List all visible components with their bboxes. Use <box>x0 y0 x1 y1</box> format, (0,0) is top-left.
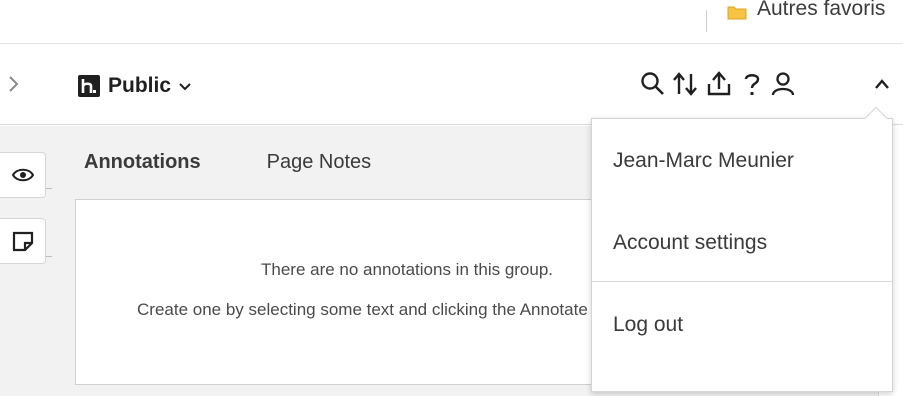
user-icon <box>771 72 795 96</box>
sidebar-top-bar: Public <box>0 45 903 125</box>
group-name: Public <box>108 74 172 97</box>
toggle-highlights-button[interactable] <box>0 152 46 198</box>
rail-tick <box>46 256 52 257</box>
empty-state-line-2: Create one by selecting some text and cl… <box>137 300 645 319</box>
chevron-up-icon <box>875 79 889 89</box>
help-icon <box>744 74 760 95</box>
sort-button[interactable] <box>670 69 700 99</box>
share-button[interactable] <box>704 69 734 99</box>
page-note-icon <box>12 231 33 252</box>
help-button[interactable] <box>737 69 767 99</box>
tab-page-notes[interactable]: Page Notes <box>267 148 372 176</box>
collapse-menu-button[interactable] <box>870 69 894 99</box>
new-page-note-button[interactable] <box>0 218 46 264</box>
hypothesis-logo-icon <box>78 75 100 97</box>
menu-item-log-out[interactable]: Log out <box>592 285 892 365</box>
user-menu: Jean-Marc Meunier Account settings Log o… <box>591 118 893 392</box>
folder-icon[interactable] <box>727 4 747 20</box>
left-rail <box>0 126 56 396</box>
search-icon <box>641 72 664 95</box>
eye-icon <box>11 168 34 182</box>
group-selector[interactable]: Public <box>78 71 192 101</box>
bookmark-folder-label[interactable]: Autres favoris <box>757 0 885 21</box>
menu-item-username[interactable]: Jean-Marc Meunier <box>592 121 892 201</box>
sort-icon <box>673 72 697 96</box>
share-icon <box>707 71 731 96</box>
rail-tick <box>46 188 52 189</box>
user-account-button[interactable] <box>768 69 798 99</box>
menu-divider <box>592 281 892 282</box>
bookmarks-bar: Autres favoris <box>0 0 903 44</box>
chevron-down-icon <box>179 83 191 91</box>
search-button[interactable] <box>638 69 668 99</box>
bookmark-separator <box>706 10 707 32</box>
tab-annotations[interactable]: Annotations <box>84 148 201 176</box>
chevron-right-icon[interactable] <box>6 73 22 95</box>
menu-item-account-settings[interactable]: Account settings <box>592 203 892 283</box>
panel-tabs: Annotations Page Notes <box>84 148 371 176</box>
empty-state-line-1: There are no annotations in this group. <box>261 260 554 279</box>
